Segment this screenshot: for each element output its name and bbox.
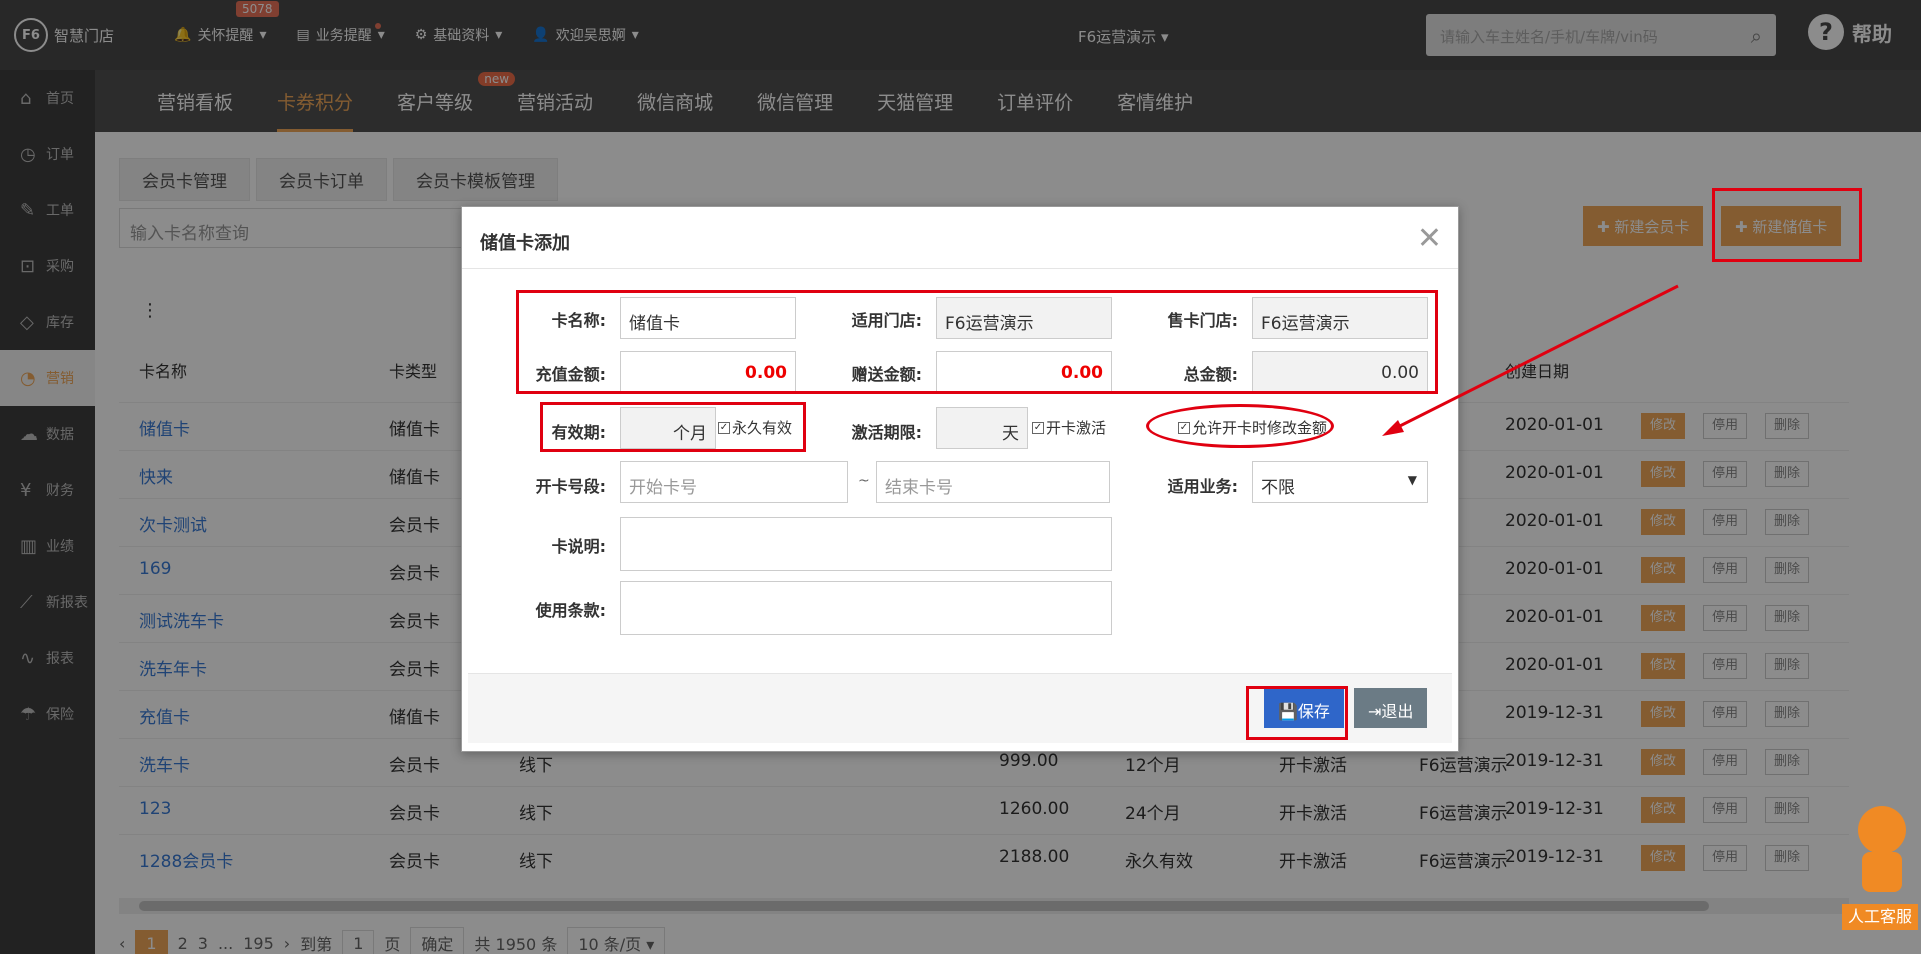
terms-input[interactable] bbox=[620, 581, 1112, 635]
exit-button[interactable]: ⇥退出 bbox=[1354, 688, 1428, 728]
end-card-number-input[interactable]: 结束卡号 bbox=[876, 461, 1110, 503]
start-card-number-input[interactable]: 开始卡号 bbox=[620, 461, 848, 503]
dialog-title: 储值卡添加 bbox=[462, 207, 1458, 269]
card-description-input[interactable] bbox=[620, 517, 1112, 571]
business-select[interactable]: 不限 ▼ bbox=[1252, 461, 1428, 503]
exit-icon: ⇥ bbox=[1368, 702, 1382, 721]
close-icon[interactable]: ✕ bbox=[1417, 221, 1442, 256]
annotation-box-amounts bbox=[516, 290, 1438, 394]
annotation-oval-allow-modify bbox=[1146, 404, 1334, 448]
annotation-box-save bbox=[1246, 686, 1348, 740]
activation-days-input[interactable]: 天 bbox=[936, 407, 1028, 449]
annotation-box-validity bbox=[540, 402, 806, 452]
customer-service-robot[interactable]: 人工客服 bbox=[1842, 806, 1918, 932]
stored-card-dialog: 储值卡添加 ✕ 卡名称: 储值卡 适用门店: F6运营演示 售卡门店: F6运营… bbox=[461, 206, 1459, 752]
open-activate-checkbox[interactable]: ✓ 开卡激活 bbox=[1032, 417, 1106, 438]
annotation-box-new-button bbox=[1712, 188, 1862, 262]
robot-icon bbox=[1858, 806, 1906, 854]
